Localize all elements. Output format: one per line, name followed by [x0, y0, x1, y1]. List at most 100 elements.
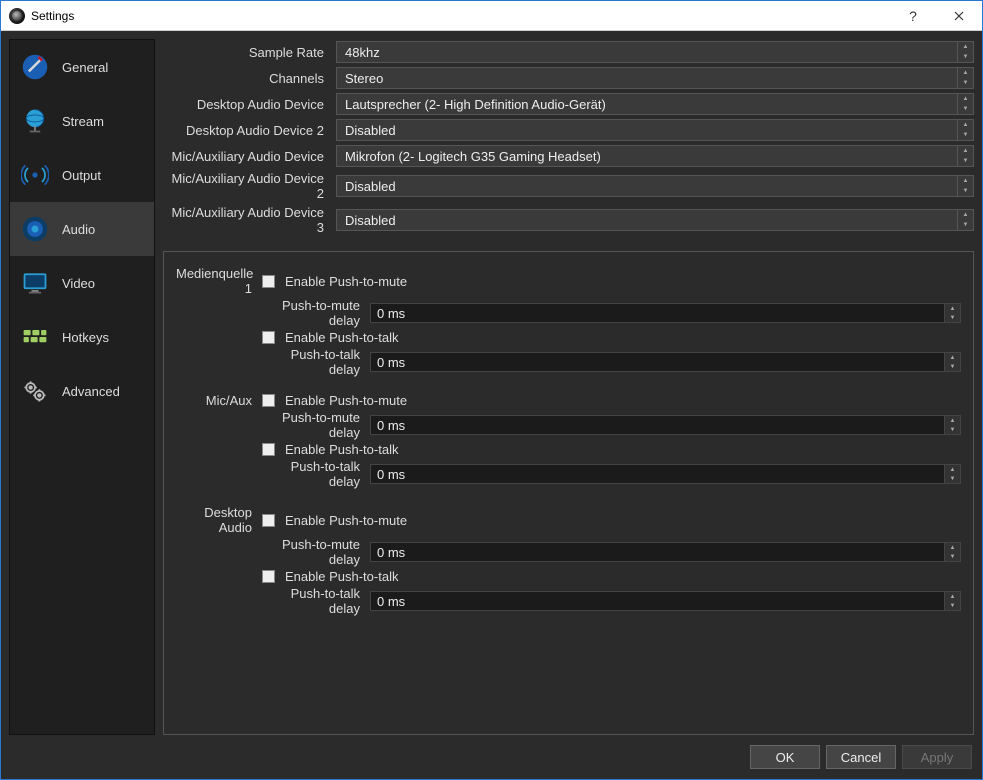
source-name: Desktop Audio	[176, 505, 256, 535]
ptt-delay-value: 0 ms	[377, 594, 405, 609]
ptm-delay-value: 0 ms	[377, 306, 405, 321]
cancel-button[interactable]: Cancel	[826, 745, 896, 769]
desktop-audio-1-select[interactable]: Lautsprecher (2- High Definition Audio-G…	[336, 93, 974, 115]
ptm-delay-value: 0 ms	[377, 545, 405, 560]
sidebar-item-output[interactable]: Output	[10, 148, 154, 202]
ptm-label: Enable Push-to-mute	[285, 274, 407, 289]
desktop-audio-2-label: Desktop Audio Device 2	[163, 123, 328, 138]
ptt-delay-label: Push-to-talk delay	[262, 347, 364, 377]
sample-rate-value: 48khz	[345, 45, 380, 60]
sidebar-item-label: General	[62, 60, 108, 75]
ptt-label: Enable Push-to-talk	[285, 442, 398, 457]
chevron-updown-icon: ▲▼	[944, 543, 960, 561]
chevron-updown-icon: ▲▼	[957, 146, 973, 166]
ptm-checkbox[interactable]	[262, 275, 275, 288]
sidebar-item-stream[interactable]: Stream	[10, 94, 154, 148]
desktop-audio-2-select[interactable]: Disabled ▲▼	[336, 119, 974, 141]
gears-icon	[20, 376, 50, 406]
ptt-delay-input[interactable]: 0 ms ▲▼	[370, 352, 961, 372]
ptm-delay-input[interactable]: 0 ms ▲▼	[370, 542, 961, 562]
chevron-updown-icon: ▲▼	[957, 176, 973, 196]
keyboard-icon	[20, 322, 50, 352]
sidebar: General Stream	[9, 39, 155, 735]
main-panel: Sample Rate 48khz ▲▼ Channels Stereo ▲▼ …	[163, 39, 974, 735]
speaker-icon	[20, 214, 50, 244]
source-block: Medienquelle 1 Enable Push-to-mute Push-…	[176, 266, 961, 377]
ptm-delay-label: Push-to-mute delay	[262, 410, 364, 440]
source-name: Mic/Aux	[176, 393, 256, 408]
monitor-icon	[20, 268, 50, 298]
close-button[interactable]	[936, 1, 982, 31]
ptm-delay-input[interactable]: 0 ms ▲▼	[370, 303, 961, 323]
channels-label: Channels	[163, 71, 328, 86]
ptt-label: Enable Push-to-talk	[285, 569, 398, 584]
mic-aux-3-value: Disabled	[345, 213, 396, 228]
source-block: Mic/Aux Enable Push-to-mute Push-to-mute…	[176, 393, 961, 489]
ptt-checkbox[interactable]	[262, 570, 275, 583]
ptt-checkbox[interactable]	[262, 443, 275, 456]
settings-window: Settings ? General	[0, 0, 983, 780]
ptt-delay-input[interactable]: 0 ms ▲▼	[370, 464, 961, 484]
ok-button[interactable]: OK	[750, 745, 820, 769]
broadcast-icon	[20, 160, 50, 190]
sidebar-item-hotkeys[interactable]: Hotkeys	[10, 310, 154, 364]
sample-rate-select[interactable]: 48khz ▲▼	[336, 41, 974, 63]
channels-value: Stereo	[345, 71, 383, 86]
chevron-updown-icon: ▲▼	[957, 94, 973, 114]
ptm-label: Enable Push-to-mute	[285, 513, 407, 528]
desktop-audio-1-value: Lautsprecher (2- High Definition Audio-G…	[345, 97, 606, 112]
desktop-audio-2-value: Disabled	[345, 123, 396, 138]
sidebar-item-label: Stream	[62, 114, 104, 129]
ptm-delay-value: 0 ms	[377, 418, 405, 433]
sample-rate-label: Sample Rate	[163, 45, 328, 60]
mic-aux-3-label: Mic/Auxiliary Audio Device 3	[163, 205, 328, 235]
sidebar-item-general[interactable]: General	[10, 40, 154, 94]
source-name: Medienquelle 1	[176, 266, 256, 296]
channels-select[interactable]: Stereo ▲▼	[336, 67, 974, 89]
apply-button[interactable]: Apply	[902, 745, 972, 769]
ptt-checkbox[interactable]	[262, 331, 275, 344]
sidebar-item-label: Output	[62, 168, 101, 183]
dialog-footer: OK Cancel Apply	[1, 735, 982, 779]
ptt-delay-value: 0 ms	[377, 467, 405, 482]
ptm-checkbox[interactable]	[262, 514, 275, 527]
help-button[interactable]: ?	[890, 1, 936, 31]
chevron-updown-icon: ▲▼	[957, 210, 973, 230]
ptm-delay-label: Push-to-mute delay	[262, 298, 364, 328]
mic-aux-2-label: Mic/Auxiliary Audio Device 2	[163, 171, 328, 201]
chevron-updown-icon: ▲▼	[944, 416, 960, 434]
mic-aux-1-select[interactable]: Mikrofon (2- Logitech G35 Gaming Headset…	[336, 145, 974, 167]
per-source-settings: Medienquelle 1 Enable Push-to-mute Push-…	[163, 251, 974, 735]
sidebar-item-audio[interactable]: Audio	[10, 202, 154, 256]
sidebar-item-advanced[interactable]: Advanced	[10, 364, 154, 418]
sidebar-item-label: Audio	[62, 222, 95, 237]
mic-aux-1-value: Mikrofon (2- Logitech G35 Gaming Headset…	[345, 149, 601, 164]
globe-icon	[20, 106, 50, 136]
ptt-delay-label: Push-to-talk delay	[262, 586, 364, 616]
desktop-audio-1-label: Desktop Audio Device	[163, 97, 328, 112]
ptm-delay-input[interactable]: 0 ms ▲▼	[370, 415, 961, 435]
mic-aux-2-value: Disabled	[345, 179, 396, 194]
ptt-delay-label: Push-to-talk delay	[262, 459, 364, 489]
window-title: Settings	[31, 9, 74, 23]
source-block: Desktop Audio Enable Push-to-mute Push-t…	[176, 505, 961, 616]
ptm-checkbox[interactable]	[262, 394, 275, 407]
mic-aux-1-label: Mic/Auxiliary Audio Device	[163, 149, 328, 164]
sidebar-item-label: Video	[62, 276, 95, 291]
ptt-delay-value: 0 ms	[377, 355, 405, 370]
chevron-updown-icon: ▲▼	[957, 68, 973, 88]
ptt-label: Enable Push-to-talk	[285, 330, 398, 345]
sidebar-item-label: Hotkeys	[62, 330, 109, 345]
ptm-delay-label: Push-to-mute delay	[262, 537, 364, 567]
ptm-label: Enable Push-to-mute	[285, 393, 407, 408]
wrench-icon	[20, 52, 50, 82]
chevron-updown-icon: ▲▼	[944, 353, 960, 371]
mic-aux-3-select[interactable]: Disabled ▲▼	[336, 209, 974, 231]
sidebar-item-video[interactable]: Video	[10, 256, 154, 310]
mic-aux-2-select[interactable]: Disabled ▲▼	[336, 175, 974, 197]
chevron-updown-icon: ▲▼	[957, 120, 973, 140]
chevron-updown-icon: ▲▼	[957, 42, 973, 62]
titlebar: Settings ?	[1, 1, 982, 31]
ptt-delay-input[interactable]: 0 ms ▲▼	[370, 591, 961, 611]
chevron-updown-icon: ▲▼	[944, 465, 960, 483]
